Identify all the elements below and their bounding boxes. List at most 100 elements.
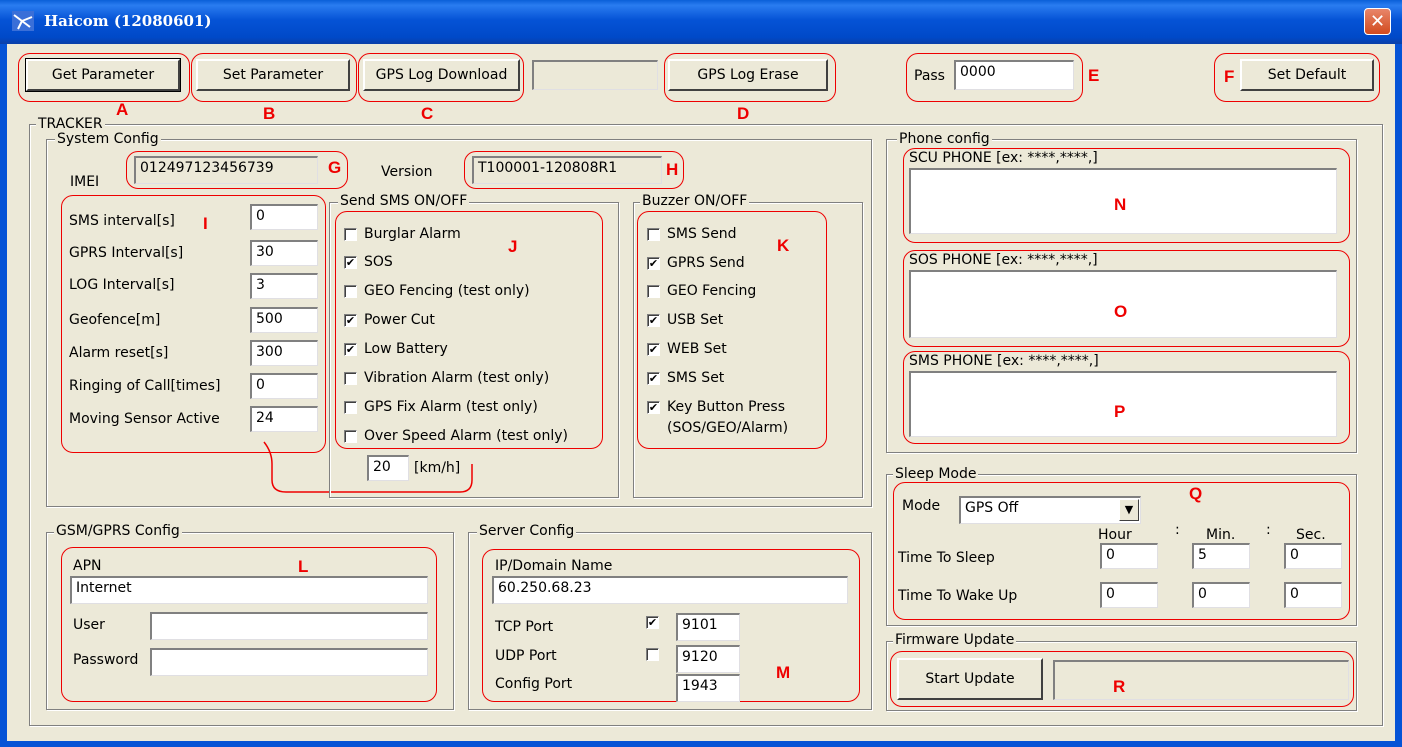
annotation-label-n: N bbox=[1114, 195, 1127, 214]
version-label: Version bbox=[381, 164, 433, 180]
mode-select-value: GPS Off bbox=[965, 500, 1019, 516]
udp-port-label: UDP Port bbox=[495, 648, 557, 664]
wake-hour-input[interactable]: 0 bbox=[1100, 582, 1158, 608]
firmware-update-title: Firmware Update bbox=[893, 632, 1017, 648]
hour-label: Hour bbox=[1098, 527, 1132, 543]
param-input[interactable]: 300 bbox=[250, 340, 318, 366]
password-input[interactable] bbox=[150, 648, 428, 676]
buzzer-geo-fencing-checkbox[interactable] bbox=[647, 285, 660, 298]
buzzer-usb-set-label: USB Set bbox=[667, 312, 724, 328]
pass-label: Pass bbox=[914, 68, 945, 84]
server-config-title: Server Config bbox=[477, 523, 577, 539]
apn-input[interactable]: Internet bbox=[70, 576, 428, 604]
sleep-sec-input[interactable]: 0 bbox=[1284, 543, 1342, 569]
time-separator: : bbox=[1266, 522, 1271, 538]
speed-unit-label: [km/h] bbox=[414, 460, 461, 476]
buzzer-web-set-label: WEB Set bbox=[667, 341, 727, 357]
sleep-hour-input[interactable]: 0 bbox=[1100, 543, 1158, 569]
sos-checkbox[interactable] bbox=[344, 256, 357, 269]
param-input[interactable]: 0 bbox=[250, 204, 318, 230]
buzzer-sms-set-checkbox[interactable] bbox=[647, 372, 660, 385]
over-speed-alarm-label: Over Speed Alarm (test only) bbox=[364, 428, 568, 444]
close-button[interactable]: ✕ bbox=[1364, 8, 1391, 35]
gps-fix-alarm-checkbox[interactable] bbox=[344, 401, 357, 414]
vibration-alarm-checkbox[interactable] bbox=[344, 372, 357, 385]
buzzer-key-button-checkbox[interactable] bbox=[647, 401, 660, 414]
imei-label: IMEI bbox=[70, 174, 100, 190]
annotation-box-a bbox=[18, 53, 190, 102]
ip-domain-input[interactable]: 60.250.68.23 bbox=[492, 576, 848, 604]
config-port-input[interactable]: 1943 bbox=[676, 674, 740, 702]
param-label: Geofence[m] bbox=[69, 312, 161, 328]
sms-phone-label: SMS PHONE [ex: ****,****,] bbox=[909, 353, 1099, 369]
mode-select[interactable]: GPS Off ▼ bbox=[959, 496, 1141, 524]
param-input[interactable]: 30 bbox=[250, 240, 318, 266]
pass-input[interactable]: 0000 bbox=[954, 60, 1074, 90]
low-battery-checkbox[interactable] bbox=[344, 343, 357, 356]
sos-phone-label: SOS PHONE [ex: ****,****,] bbox=[909, 252, 1098, 268]
scu-phone-label: SCU PHONE [ex: ****,****,] bbox=[909, 150, 1098, 166]
chevron-down-icon[interactable]: ▼ bbox=[1119, 499, 1139, 521]
firmware-progress-field bbox=[1053, 660, 1349, 700]
user-input[interactable] bbox=[150, 612, 428, 640]
burglar-alarm-label: Burglar Alarm bbox=[364, 226, 461, 242]
gps-fix-alarm-label: GPS Fix Alarm (test only) bbox=[364, 399, 538, 415]
time-separator: : bbox=[1175, 522, 1180, 538]
param-input[interactable]: 0 bbox=[250, 373, 318, 399]
sleep-min-input[interactable]: 5 bbox=[1192, 543, 1250, 569]
tcp-port-input[interactable]: 9101 bbox=[676, 613, 740, 641]
param-label: SMS interval[s] bbox=[69, 213, 175, 229]
buzzer-web-set-checkbox[interactable] bbox=[647, 343, 660, 356]
app-icon bbox=[12, 11, 34, 31]
param-input[interactable]: 500 bbox=[250, 307, 318, 333]
param-label: LOG Interval[s] bbox=[69, 277, 175, 293]
window-frame-left bbox=[0, 44, 7, 747]
config-port-label: Config Port bbox=[495, 676, 573, 692]
param-label: GPRS Interval[s] bbox=[69, 245, 184, 261]
time-to-wake-label: Time To Wake Up bbox=[898, 588, 1018, 604]
buzzer-sms-set-label: SMS Set bbox=[667, 370, 725, 386]
annotation-label-b: B bbox=[263, 104, 276, 123]
annotation-box-b bbox=[191, 53, 357, 102]
buzzer-gprs-send-label: GPRS Send bbox=[667, 255, 745, 271]
buzzer-title: Buzzer ON/OFF bbox=[640, 193, 750, 209]
user-label: User bbox=[73, 617, 105, 633]
download-progress-field bbox=[532, 60, 658, 90]
buzzer-sms-send-checkbox[interactable] bbox=[647, 228, 660, 241]
annotation-label-c: C bbox=[421, 104, 434, 123]
power-cut-checkbox[interactable] bbox=[344, 314, 357, 327]
buzzer-usb-set-checkbox[interactable] bbox=[647, 314, 660, 327]
set-default-button[interactable]: Set Default bbox=[1240, 59, 1374, 91]
speed-input[interactable]: 20 bbox=[367, 455, 409, 481]
annotation-label-a: A bbox=[116, 100, 129, 119]
low-battery-label: Low Battery bbox=[364, 341, 448, 357]
sos-label: SOS bbox=[364, 254, 393, 270]
vibration-alarm-label: Vibration Alarm (test only) bbox=[364, 370, 550, 386]
annotation-label-m: M bbox=[776, 663, 791, 682]
apn-label: APN bbox=[73, 558, 102, 574]
tracker-group-title: TRACKER bbox=[36, 116, 105, 132]
system-config-title: System Config bbox=[55, 131, 161, 147]
start-update-button[interactable]: Start Update bbox=[897, 658, 1043, 700]
param-label: Moving Sensor Active bbox=[69, 411, 220, 427]
annotation-label-h: H bbox=[666, 160, 679, 179]
tcp-port-checkbox[interactable] bbox=[646, 616, 659, 629]
over-speed-alarm-checkbox[interactable] bbox=[344, 430, 357, 443]
annotation-label-q: Q bbox=[1189, 484, 1203, 503]
ip-domain-label: IP/Domain Name bbox=[495, 558, 613, 574]
udp-port-checkbox[interactable] bbox=[646, 648, 659, 661]
burglar-alarm-checkbox[interactable] bbox=[344, 228, 357, 241]
buzzer-gprs-send-checkbox[interactable] bbox=[647, 257, 660, 270]
wake-sec-input[interactable]: 0 bbox=[1284, 582, 1342, 608]
param-input[interactable]: 24 bbox=[250, 406, 318, 432]
param-input[interactable]: 3 bbox=[250, 273, 318, 299]
annotation-label-e: E bbox=[1088, 66, 1100, 85]
param-label: Ringing of Call[times] bbox=[69, 378, 221, 394]
wake-min-input[interactable]: 0 bbox=[1192, 582, 1250, 608]
annotation-label-j: J bbox=[508, 237, 518, 256]
time-to-sleep-label: Time To Sleep bbox=[898, 550, 995, 566]
udp-port-input[interactable]: 9120 bbox=[676, 645, 740, 673]
geo-fencing-label: GEO Fencing (test only) bbox=[364, 283, 530, 299]
annotation-box-c bbox=[358, 53, 524, 102]
geo-fencing-checkbox[interactable] bbox=[344, 285, 357, 298]
